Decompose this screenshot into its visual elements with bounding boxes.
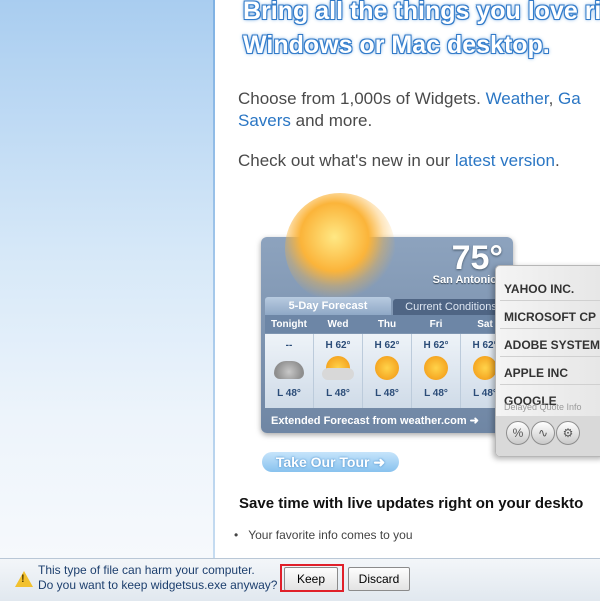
settings-icon[interactable]: ⚙ bbox=[556, 421, 580, 445]
take-tour-button[interactable]: Take Our Tour ➜ bbox=[262, 452, 399, 472]
sunny-icon bbox=[424, 356, 448, 380]
chart-icon[interactable]: ∿ bbox=[531, 421, 555, 445]
whatsnew-line: Check out what's new in our latest versi… bbox=[238, 150, 560, 172]
whatsnew-text: Check out what's new in our bbox=[238, 151, 455, 170]
low-temp: L 48° bbox=[375, 388, 399, 399]
sunny-icon bbox=[375, 356, 399, 380]
headline: Bring all the things you love ri Windows… bbox=[243, 0, 600, 62]
download-warning-text: This type of file can harm your computer… bbox=[38, 563, 277, 593]
stock-toolbar: % ∿ ⚙ bbox=[496, 416, 600, 456]
cloud-night-icon bbox=[274, 361, 304, 379]
stock-widget: YAHOO INC. MICROSOFT CP ADOBE SYSTEM APP… bbox=[495, 265, 600, 457]
tab-current-conditions[interactable]: Current Conditions bbox=[393, 299, 509, 315]
save-time-heading: Save time with live updates right on you… bbox=[239, 495, 584, 512]
extended-forecast-link[interactable]: Extended Forecast from weather.com ➜ bbox=[271, 414, 479, 427]
high-temp: -- bbox=[285, 340, 293, 351]
forecast-columns: -- L 48° H 62° L 48° H 62° L 48° H 62° L… bbox=[265, 334, 509, 408]
headline-line2: Windows or Mac desktop. bbox=[243, 31, 550, 59]
keep-highlight-box bbox=[280, 564, 344, 592]
intro-text1: Choose from 1,000s of Widgets. bbox=[238, 89, 486, 108]
warning-exclamation: ! bbox=[21, 573, 25, 585]
bullet-item: • Your favorite info comes to you bbox=[234, 528, 413, 542]
low-temp: L 48° bbox=[326, 388, 350, 399]
sun-icon bbox=[285, 193, 395, 303]
forecast-day: H 62° L 48° bbox=[363, 334, 412, 408]
left-gradient-panel bbox=[0, 0, 215, 558]
whatsnew-end: . bbox=[554, 151, 560, 170]
high-temp: H 62° bbox=[325, 340, 351, 351]
discard-button[interactable]: Discard bbox=[348, 567, 410, 591]
high-temp: H 62° bbox=[423, 340, 449, 351]
divider bbox=[500, 300, 600, 301]
day-label: Tonight bbox=[271, 319, 307, 330]
latest-version-link[interactable]: latest version bbox=[455, 151, 555, 170]
weather-link[interactable]: Weather bbox=[486, 89, 549, 108]
weather-widget: 75° San Antonio 5-Day Forecast Current C… bbox=[261, 193, 513, 433]
warning-line2: Do you want to keep widgetsus.exe anyway… bbox=[38, 578, 278, 592]
forecast-day: -- L 48° bbox=[265, 334, 314, 408]
percent-icon[interactable]: % bbox=[506, 421, 530, 445]
intro-line1: Choose from 1,000s of Widgets. Weather, … bbox=[238, 88, 581, 110]
headline-line1: Bring all the things you love ri bbox=[243, 0, 600, 25]
savers-link[interactable]: Savers bbox=[238, 111, 291, 130]
low-temp: L 48° bbox=[424, 388, 448, 399]
warning-line1: This type of file can harm your computer… bbox=[38, 563, 255, 577]
stock-item[interactable]: MICROSOFT CP bbox=[504, 310, 596, 324]
divider bbox=[500, 384, 600, 385]
forecast-day: H 62° L 48° bbox=[314, 334, 363, 408]
stock-item[interactable]: APPLE INC bbox=[504, 366, 568, 380]
divider bbox=[500, 356, 600, 357]
intro-line2: Savers and more. bbox=[238, 110, 372, 132]
forecast-day: H 62° L 48° bbox=[412, 334, 461, 408]
stock-item[interactable]: YAHOO INC. bbox=[504, 282, 574, 296]
city-name: San Antonio bbox=[432, 274, 497, 286]
games-link[interactable]: Ga bbox=[558, 89, 581, 108]
divider bbox=[500, 328, 600, 329]
forecast-day-header: Tonight Wed Thu Fri Sat bbox=[265, 315, 509, 333]
day-label: Wed bbox=[327, 319, 349, 330]
stock-item[interactable]: ADOBE SYSTEM bbox=[504, 338, 600, 352]
tab-5day-forecast[interactable]: 5-Day Forecast bbox=[265, 297, 391, 315]
low-temp: L 48° bbox=[277, 388, 301, 399]
intro-text3: and more. bbox=[290, 111, 373, 130]
partly-sunny-icon bbox=[322, 356, 354, 380]
high-temp: H 62° bbox=[374, 340, 400, 351]
sunny-icon bbox=[473, 356, 497, 380]
delayed-quote-note: Delayed Quote Info bbox=[504, 402, 582, 412]
bullet-text: Your favorite info comes to you bbox=[248, 528, 413, 542]
day-label: Fri bbox=[429, 319, 443, 330]
day-label: Thu bbox=[377, 319, 397, 330]
intro-text2: , bbox=[548, 89, 559, 108]
